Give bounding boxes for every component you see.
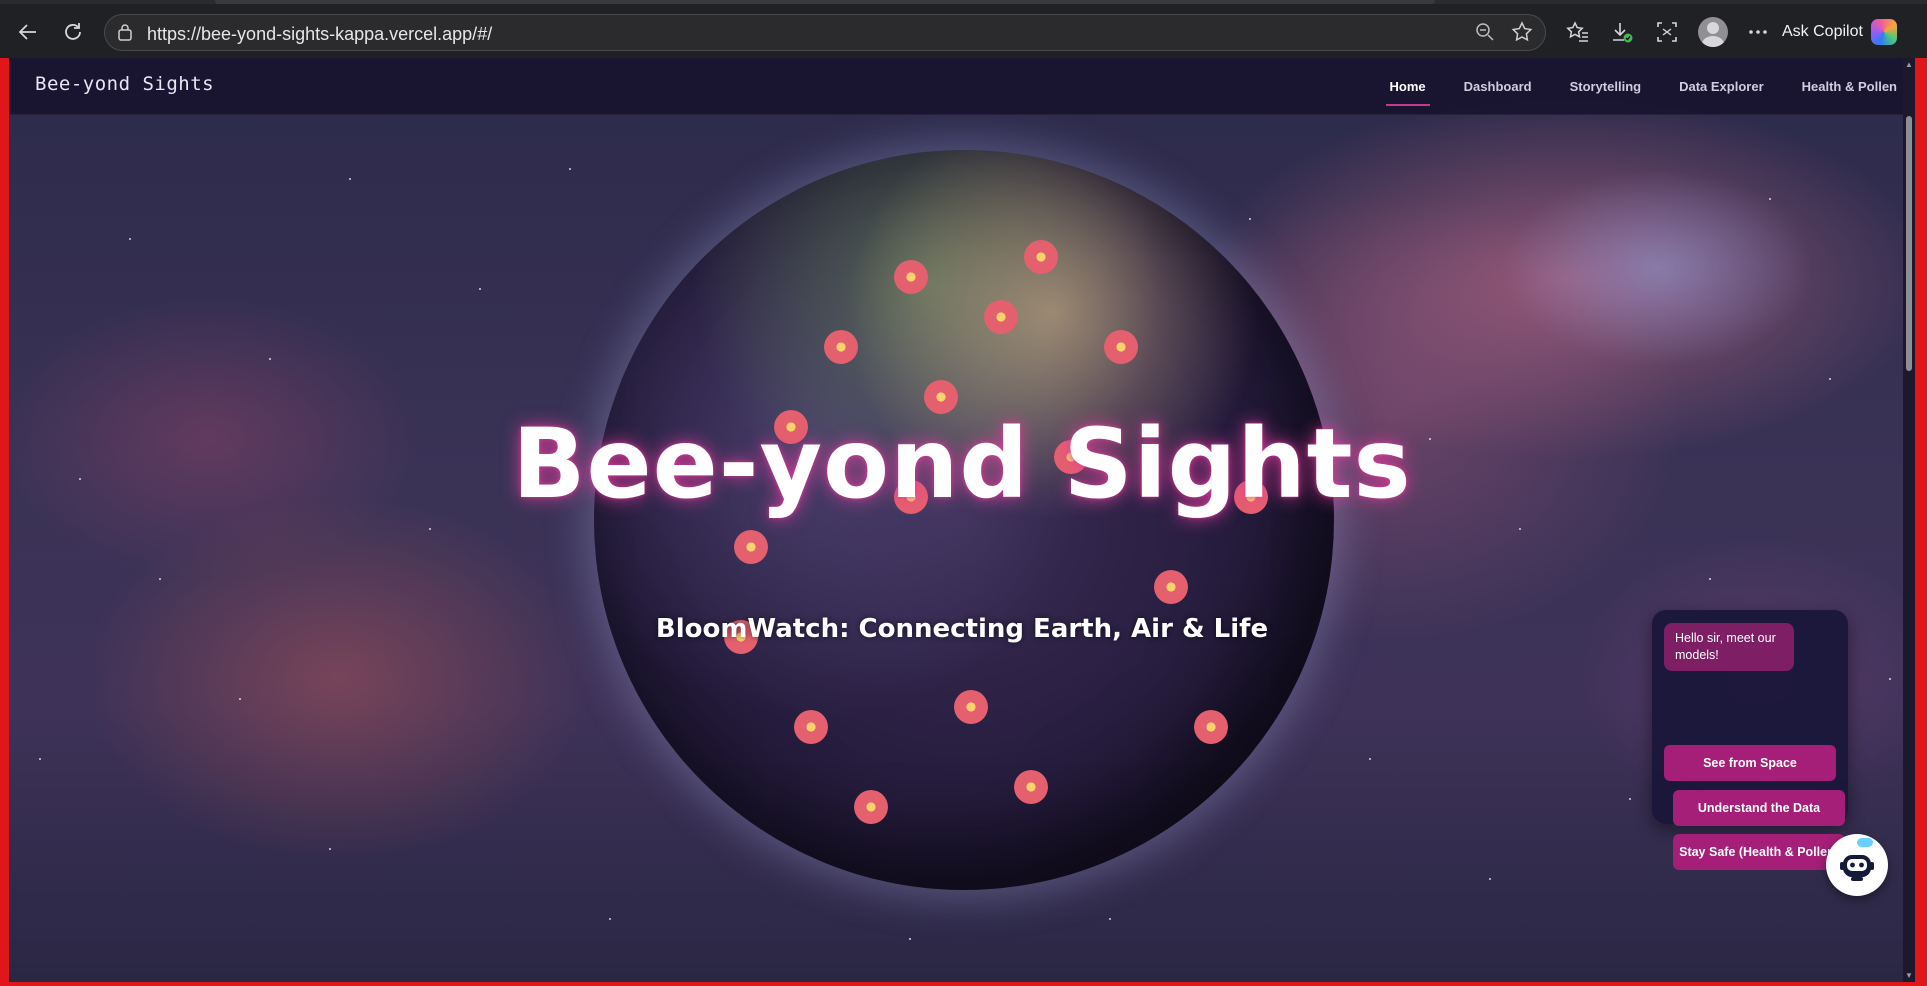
tab-indicator <box>215 0 1435 4</box>
ask-copilot-button[interactable]: Ask Copilot <box>1782 13 1920 51</box>
nav-link-storytelling[interactable]: Storytelling <box>1570 58 1642 114</box>
nav-link-health-pollen[interactable]: Health & Pollen <box>1802 58 1897 114</box>
chatbot-status-badge <box>1857 838 1873 847</box>
screenshot-icon[interactable] <box>1649 14 1685 50</box>
understand-the-data-button[interactable]: Understand the Data <box>1673 790 1845 826</box>
see-from-space-button[interactable]: See from Space <box>1664 745 1836 781</box>
tab-strip <box>0 0 1927 4</box>
scroll-down-icon[interactable]: ▼ <box>1905 971 1913 980</box>
page-viewport: Bee-yond Sights Home Dashboard Storytell… <box>9 58 1915 982</box>
flower-planet-image <box>594 150 1334 890</box>
favorites-icon[interactable] <box>1560 14 1596 50</box>
window-border-right <box>1915 58 1927 986</box>
site-brand[interactable]: Bee-yond Sights <box>35 73 214 95</box>
zoom-out-icon[interactable] <box>1475 22 1495 47</box>
chatbot-greeting: Hello sir, meet our models! <box>1664 623 1794 671</box>
nav-link-home[interactable]: Home <box>1385 58 1430 114</box>
lock-icon[interactable] <box>117 23 133 46</box>
page-scrollbar[interactable]: ▲ ▼ <box>1903 58 1915 982</box>
copilot-label: Ask Copilot <box>1782 23 1863 40</box>
back-icon[interactable] <box>10 14 46 50</box>
favorite-star-icon[interactable] <box>1511 21 1533 48</box>
copilot-icon <box>1870 19 1897 45</box>
scroll-up-icon[interactable]: ▲ <box>1905 60 1913 69</box>
nav-link-dashboard[interactable]: Dashboard <box>1464 58 1532 114</box>
site-navbar: Bee-yond Sights Home Dashboard Storytell… <box>9 58 1915 115</box>
address-bar[interactable]: https://bee-yond-sights-kappa.vercel.app… <box>104 14 1546 51</box>
window-border-bottom <box>0 982 1927 986</box>
window-border-left <box>0 58 9 986</box>
robot-icon <box>1840 855 1874 881</box>
hero-subtitle: BloomWatch: Connecting Earth, Air & Life <box>655 614 1269 644</box>
stay-safe-button[interactable]: Stay Safe (Health & Pollen) <box>1673 834 1845 870</box>
profile-avatar-icon[interactable] <box>1698 17 1728 47</box>
browser-toolbar: https://bee-yond-sights-kappa.vercel.app… <box>0 0 1927 58</box>
more-options-icon[interactable] <box>1740 14 1776 50</box>
nav-link-data-explorer[interactable]: Data Explorer <box>1679 58 1764 114</box>
nav-links: Home Dashboard Storytelling Data Explore… <box>1352 58 1897 114</box>
reload-icon[interactable] <box>55 14 91 50</box>
downloads-icon[interactable] <box>1604 14 1640 50</box>
scroll-thumb[interactable] <box>1906 116 1912 371</box>
url-text[interactable]: https://bee-yond-sights-kappa.vercel.app… <box>147 24 492 45</box>
hero-title: Bee-yond Sights <box>512 408 1412 520</box>
